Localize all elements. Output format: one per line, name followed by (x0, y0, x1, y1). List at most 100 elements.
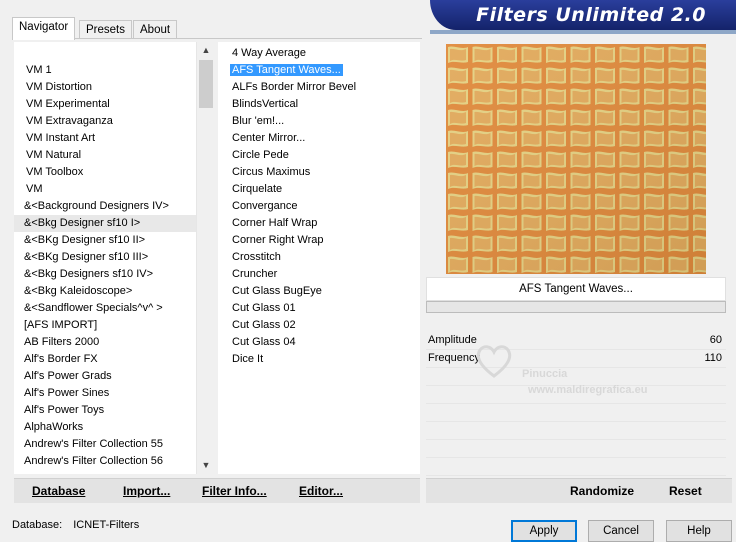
param-value: 110 (704, 352, 722, 364)
category-item[interactable]: VM Toolbox (14, 164, 196, 181)
filter-item[interactable]: AFS Tangent Waves... (218, 62, 420, 79)
filter-item[interactable]: Cruncher (218, 266, 420, 283)
category-item[interactable]: &<BKg Designer sf10 III> (14, 249, 196, 266)
filter-item[interactable]: Crosstitch (218, 249, 420, 266)
category-item[interactable]: &<Bkg Kaleidoscope> (14, 283, 196, 300)
filter-item[interactable]: Cut Glass 04 (218, 334, 420, 351)
filter-item[interactable]: Cirquelate (218, 181, 420, 198)
filter-item[interactable]: Cut Glass BugEye (218, 283, 420, 300)
filter-item-label: 4 Way Average (232, 47, 306, 59)
banner-title: Filters Unlimited 2.0 (476, 4, 706, 26)
import-button[interactable]: Import... (123, 484, 170, 498)
filter-item-label: Cut Glass 02 (232, 319, 296, 331)
filter-item-label: Circle Pede (232, 149, 289, 161)
filter-item-label: Cruncher (232, 268, 278, 280)
category-list[interactable]: VM 1 VM Distortion VM Experimental VM Extra… (14, 42, 196, 474)
database-button[interactable]: Database (32, 484, 85, 498)
category-scrollbar[interactable]: ▲ ▼ (196, 42, 215, 474)
filter-item[interactable]: Center Mirror... (218, 130, 420, 147)
param-row-empty (426, 458, 726, 476)
filter-item-label: Dice It (232, 353, 264, 365)
scroll-down-icon[interactable]: ▼ (197, 457, 215, 474)
filter-item[interactable]: ALFs Border Mirror Bevel (218, 79, 420, 96)
category-item[interactable]: VM (14, 181, 196, 198)
category-item[interactable]: Alf's Power Toys (14, 402, 196, 419)
tab-navigator[interactable]: Navigator (12, 17, 76, 40)
category-item[interactable]: Andrew's Filter Collection 56 (14, 453, 196, 470)
category-item[interactable]: VM Extravaganza (14, 113, 196, 130)
parameter-panel: Amplitude 60 Frequency 110 (426, 332, 726, 476)
filter-item-label: Cirquelate (232, 183, 283, 195)
param-label: Frequency (428, 352, 480, 364)
filter-item-label: Convergance (232, 200, 298, 212)
tab-about[interactable]: About (133, 20, 178, 39)
filter-item-label: Center Mirror... (232, 132, 306, 144)
navigator-button-bar: Database Import... Filter Info... Editor… (14, 478, 420, 503)
param-row-amplitude[interactable]: Amplitude 60 (426, 332, 726, 350)
status-line: Database: ICNET-Filters (12, 519, 139, 531)
watermark-site: www.maldiregrafica.eu (528, 384, 648, 396)
category-item[interactable]: &<Bkg Designers sf10 IV> (14, 266, 196, 283)
filter-item[interactable]: Circus Maximus (218, 164, 420, 181)
param-row-empty (426, 404, 726, 422)
filter-item-label: Cut Glass 01 (232, 302, 296, 314)
filter-item[interactable]: Blur 'em!... (218, 113, 420, 130)
param-row-empty (426, 422, 726, 440)
category-item[interactable]: &<BKg Designer sf10 II> (14, 232, 196, 249)
param-row-frequency[interactable]: Frequency 110 (426, 350, 726, 368)
filter-item-label: Crosstitch (232, 251, 281, 263)
category-item[interactable]: AlphaWorks (14, 419, 196, 436)
help-button[interactable]: Help (666, 520, 732, 542)
filter-item[interactable]: Corner Half Wrap (218, 215, 420, 232)
apply-button[interactable]: Apply (511, 520, 577, 542)
filter-item-label: Circus Maximus (232, 166, 311, 178)
category-item[interactable]: &<Background Designers IV> (14, 198, 196, 215)
filter-item-label: ALFs Border Mirror Bevel (232, 81, 357, 93)
category-item[interactable]: VM Experimental (14, 96, 196, 113)
category-item[interactable]: VM Instant Art (14, 130, 196, 147)
filter-item-label: Cut Glass BugEye (232, 285, 322, 297)
scroll-thumb[interactable] (199, 60, 213, 108)
reset-button[interactable]: Reset (669, 484, 702, 498)
filter-item[interactable]: BlindsVertical (218, 96, 420, 113)
tab-presets[interactable]: Presets (79, 20, 132, 39)
filter-item-label: AFS Tangent Waves... (230, 64, 343, 76)
status-database-label: Database: (12, 519, 63, 531)
watermark: Pinuccia www.maldiregrafica.eu (474, 344, 647, 396)
filter-item[interactable]: Dice It (218, 351, 420, 368)
category-item[interactable]: VM 1 (14, 62, 196, 79)
watermark-name: Pinuccia (522, 368, 568, 380)
param-value: 60 (709, 334, 722, 346)
filter-item[interactable]: Cut Glass 02 (218, 317, 420, 334)
filter-item-label: Corner Half Wrap (232, 217, 318, 229)
filter-list[interactable]: 4 Way Average AFS Tangent Waves... ALFs Bo… (218, 42, 420, 474)
scroll-up-icon[interactable]: ▲ (197, 42, 215, 59)
selected-filter-name: AFS Tangent Waves... (426, 277, 726, 301)
category-item[interactable]: &<Bkg Designer sf10 I> (14, 215, 196, 232)
randomize-button[interactable]: Randomize (570, 484, 634, 498)
editor-button[interactable]: Editor... (299, 484, 343, 498)
tab-strip: Navigator Presets About (12, 17, 412, 40)
filter-item[interactable]: Circle Pede (218, 147, 420, 164)
filter-preview (446, 44, 706, 274)
filter-item[interactable]: Corner Right Wrap (218, 232, 420, 249)
filter-info-button[interactable]: Filter Info... (202, 484, 267, 498)
category-item[interactable]: Alf's Power Grads (14, 368, 196, 385)
cancel-button[interactable]: Cancel (588, 520, 654, 542)
filter-item[interactable]: 4 Way Average (218, 45, 420, 62)
category-item[interactable]: [AFS IMPORT] (14, 317, 196, 334)
category-item[interactable]: Andrew's Filter Collection 55 (14, 436, 196, 453)
category-item[interactable]: Alf's Border FX (14, 351, 196, 368)
param-row-empty (426, 440, 726, 458)
status-database-value: ICNET-Filters (73, 519, 140, 531)
category-item[interactable]: Alf's Power Sines (14, 385, 196, 402)
filter-item-label: BlindsVertical (232, 98, 299, 110)
heart-icon (476, 345, 512, 378)
param-label: Amplitude (428, 334, 477, 346)
category-item[interactable]: VM Distortion (14, 79, 196, 96)
category-item[interactable]: VM Natural (14, 147, 196, 164)
filter-item[interactable]: Cut Glass 01 (218, 300, 420, 317)
filter-item[interactable]: Convergance (218, 198, 420, 215)
category-item[interactable]: &<Sandflower Specials^v^ > (14, 300, 196, 317)
category-item[interactable]: AB Filters 2000 (14, 334, 196, 351)
